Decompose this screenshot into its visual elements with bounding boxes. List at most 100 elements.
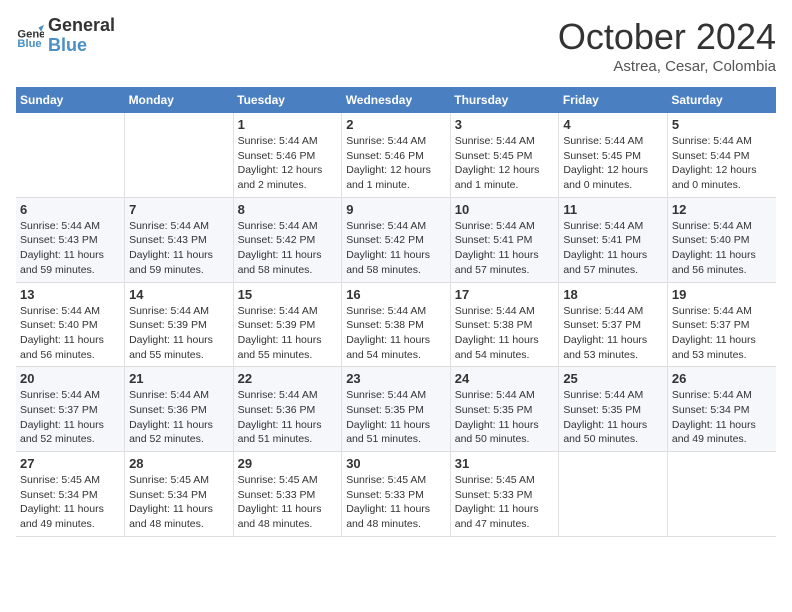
cell-content: Sunrise: 5:44 AM: [455, 219, 555, 234]
cell-content: Daylight: 12 hours and 1 minute.: [455, 163, 555, 192]
cell-content: Sunset: 5:42 PM: [346, 233, 446, 248]
calendar-week-4: 20Sunrise: 5:44 AMSunset: 5:37 PMDayligh…: [16, 367, 776, 452]
cell-content: Sunset: 5:45 PM: [455, 149, 555, 164]
cell-content: Daylight: 11 hours and 49 minutes.: [20, 502, 120, 531]
day-number: 30: [346, 456, 446, 471]
cell-content: Sunset: 5:43 PM: [129, 233, 229, 248]
cell-content: Sunrise: 5:44 AM: [563, 134, 663, 149]
cell-content: Sunrise: 5:44 AM: [672, 388, 772, 403]
calendar-cell: [667, 452, 776, 537]
day-number: 29: [238, 456, 338, 471]
calendar-cell: 6Sunrise: 5:44 AMSunset: 5:43 PMDaylight…: [16, 197, 125, 282]
calendar-week-1: 1Sunrise: 5:44 AMSunset: 5:46 PMDaylight…: [16, 113, 776, 197]
cell-content: Sunrise: 5:45 AM: [238, 473, 338, 488]
cell-content: Sunrise: 5:44 AM: [20, 219, 120, 234]
calendar-cell: 4Sunrise: 5:44 AMSunset: 5:45 PMDaylight…: [559, 113, 668, 197]
day-number: 16: [346, 287, 446, 302]
cell-content: Daylight: 11 hours and 55 minutes.: [238, 333, 338, 362]
day-number: 24: [455, 371, 555, 386]
calendar-cell: 9Sunrise: 5:44 AMSunset: 5:42 PMDaylight…: [342, 197, 451, 282]
cell-content: Daylight: 11 hours and 52 minutes.: [20, 418, 120, 447]
cell-content: Sunset: 5:39 PM: [129, 318, 229, 333]
day-number: 2: [346, 117, 446, 132]
cell-content: Sunrise: 5:44 AM: [238, 304, 338, 319]
calendar-cell: 10Sunrise: 5:44 AMSunset: 5:41 PMDayligh…: [450, 197, 559, 282]
cell-content: Sunset: 5:35 PM: [346, 403, 446, 418]
cell-content: Daylight: 11 hours and 48 minutes.: [346, 502, 446, 531]
day-number: 13: [20, 287, 120, 302]
header-tuesday: Tuesday: [233, 87, 342, 113]
day-number: 3: [455, 117, 555, 132]
calendar-cell: [125, 113, 234, 197]
cell-content: Daylight: 11 hours and 53 minutes.: [563, 333, 663, 362]
cell-content: Daylight: 11 hours and 51 minutes.: [346, 418, 446, 447]
cell-content: Daylight: 11 hours and 50 minutes.: [455, 418, 555, 447]
cell-content: Sunset: 5:35 PM: [563, 403, 663, 418]
logo-text: General Blue: [48, 16, 115, 56]
cell-content: Sunset: 5:37 PM: [20, 403, 120, 418]
calendar-cell: 16Sunrise: 5:44 AMSunset: 5:38 PMDayligh…: [342, 282, 451, 367]
header-wednesday: Wednesday: [342, 87, 451, 113]
calendar-cell: 13Sunrise: 5:44 AMSunset: 5:40 PMDayligh…: [16, 282, 125, 367]
day-number: 4: [563, 117, 663, 132]
cell-content: Sunset: 5:37 PM: [672, 318, 772, 333]
cell-content: Sunset: 5:38 PM: [455, 318, 555, 333]
calendar-cell: 15Sunrise: 5:44 AMSunset: 5:39 PMDayligh…: [233, 282, 342, 367]
cell-content: Daylight: 12 hours and 0 minutes.: [563, 163, 663, 192]
day-number: 31: [455, 456, 555, 471]
cell-content: Sunset: 5:46 PM: [238, 149, 338, 164]
day-number: 5: [672, 117, 772, 132]
cell-content: Sunrise: 5:44 AM: [563, 219, 663, 234]
cell-content: Sunrise: 5:44 AM: [563, 388, 663, 403]
cell-content: Sunset: 5:33 PM: [455, 488, 555, 503]
header-friday: Friday: [559, 87, 668, 113]
cell-content: Daylight: 11 hours and 54 minutes.: [346, 333, 446, 362]
cell-content: Sunrise: 5:45 AM: [346, 473, 446, 488]
cell-content: Daylight: 11 hours and 59 minutes.: [20, 248, 120, 277]
cell-content: Sunrise: 5:45 AM: [20, 473, 120, 488]
calendar-cell: 12Sunrise: 5:44 AMSunset: 5:40 PMDayligh…: [667, 197, 776, 282]
day-number: 26: [672, 371, 772, 386]
cell-content: Daylight: 11 hours and 48 minutes.: [129, 502, 229, 531]
cell-content: Sunrise: 5:45 AM: [129, 473, 229, 488]
cell-content: Sunrise: 5:44 AM: [346, 219, 446, 234]
cell-content: Daylight: 11 hours and 51 minutes.: [238, 418, 338, 447]
calendar-header: SundayMondayTuesdayWednesdayThursdayFrid…: [16, 87, 776, 113]
day-number: 8: [238, 202, 338, 217]
day-number: 28: [129, 456, 229, 471]
calendar-cell: 23Sunrise: 5:44 AMSunset: 5:35 PMDayligh…: [342, 367, 451, 452]
cell-content: Sunset: 5:39 PM: [238, 318, 338, 333]
cell-content: Sunrise: 5:44 AM: [455, 388, 555, 403]
cell-content: Sunset: 5:36 PM: [238, 403, 338, 418]
title-block: October 2024 Astrea, Cesar, Colombia: [558, 16, 776, 75]
cell-content: Daylight: 11 hours and 52 minutes.: [129, 418, 229, 447]
day-number: 23: [346, 371, 446, 386]
cell-content: Daylight: 11 hours and 49 minutes.: [672, 418, 772, 447]
day-number: 7: [129, 202, 229, 217]
calendar-cell: 20Sunrise: 5:44 AMSunset: 5:37 PMDayligh…: [16, 367, 125, 452]
calendar-cell: 7Sunrise: 5:44 AMSunset: 5:43 PMDaylight…: [125, 197, 234, 282]
svg-text:Blue: Blue: [17, 38, 41, 50]
cell-content: Daylight: 11 hours and 48 minutes.: [238, 502, 338, 531]
cell-content: Sunset: 5:40 PM: [20, 318, 120, 333]
cell-content: Sunrise: 5:44 AM: [672, 219, 772, 234]
cell-content: Sunrise: 5:44 AM: [238, 388, 338, 403]
cell-content: Sunset: 5:36 PM: [129, 403, 229, 418]
calendar-cell: 5Sunrise: 5:44 AMSunset: 5:44 PMDaylight…: [667, 113, 776, 197]
cell-content: Sunset: 5:34 PM: [672, 403, 772, 418]
cell-content: Sunset: 5:34 PM: [129, 488, 229, 503]
day-number: 9: [346, 202, 446, 217]
cell-content: Daylight: 11 hours and 47 minutes.: [455, 502, 555, 531]
header-sunday: Sunday: [16, 87, 125, 113]
logo: General Blue General Blue: [16, 16, 115, 56]
calendar-cell: [16, 113, 125, 197]
calendar-cell: 28 Sunrise: 5:45 AMSunset: 5:34 PMDayligh…: [125, 452, 234, 537]
cell-content: Sunset: 5:33 PM: [346, 488, 446, 503]
calendar-cell: 24Sunrise: 5:44 AMSunset: 5:35 PMDayligh…: [450, 367, 559, 452]
cell-content: Sunrise: 5:44 AM: [346, 134, 446, 149]
cell-content: Daylight: 11 hours and 53 minutes.: [672, 333, 772, 362]
location-subtitle: Astrea, Cesar, Colombia: [558, 58, 776, 75]
calendar-cell: [559, 452, 668, 537]
page-header: General Blue General Blue October 2024 A…: [16, 16, 776, 75]
cell-content: Sunset: 5:41 PM: [455, 233, 555, 248]
